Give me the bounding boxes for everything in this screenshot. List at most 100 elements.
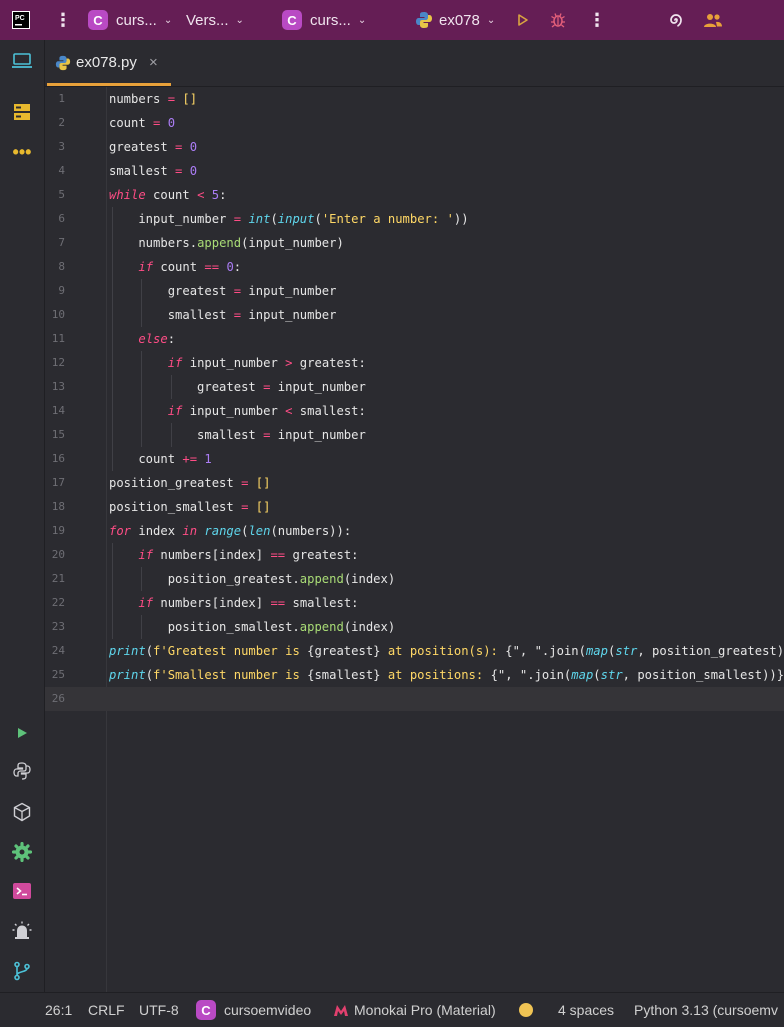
theme-widget[interactable]: Monokai Pro (Material) [334, 993, 496, 1027]
project-switcher-2[interactable]: C curs... ⌄ [282, 0, 366, 40]
caret-position[interactable]: 26:1 [45, 993, 72, 1027]
code-line[interactable]: 9 greatest = input_number [45, 279, 784, 303]
code-line[interactable]: 5 while count < 5: [45, 183, 784, 207]
line-number[interactable]: 23 [45, 615, 65, 639]
encoding-label: UTF-8 [139, 1002, 179, 1018]
python-packages-button[interactable] [11, 801, 33, 823]
code-token: position_greatest [109, 476, 242, 490]
code-token: at positions: [380, 668, 491, 682]
code-token: input_number [109, 212, 234, 226]
code-line[interactable]: 26 [45, 687, 784, 711]
line-number[interactable]: 20 [45, 543, 65, 567]
line-number[interactable]: 14 [45, 399, 65, 423]
ai-assistant-button[interactable] [667, 0, 685, 40]
code-line[interactable]: 11 else: [45, 327, 784, 351]
code-token: 0 [189, 164, 198, 178]
line-number[interactable]: 12 [45, 351, 65, 375]
status-indicator[interactable] [519, 993, 533, 1027]
python-console-button[interactable] [11, 760, 33, 782]
code-line[interactable]: 1 numbers = [] [45, 87, 784, 111]
line-number[interactable]: 3 [45, 135, 65, 159]
line-number[interactable]: 9 [45, 279, 65, 303]
code-token: 5 [211, 188, 220, 202]
code-editor[interactable]: 1 numbers = [] 2 count = 0 3 greatest = 0 4 sma… [45, 87, 784, 992]
code-line[interactable]: 14 if input_number < smallest: [45, 399, 784, 423]
line-number[interactable]: 7 [45, 231, 65, 255]
vcs-widget[interactable]: Vers... ⌄ [186, 0, 244, 40]
code-line[interactable]: 12 if input_number > greatest: [45, 351, 784, 375]
project-widget[interactable]: C cursoemvideo [196, 993, 311, 1027]
code-line[interactable]: 8 if count == 0: [45, 255, 784, 279]
line-number[interactable]: 15 [45, 423, 65, 447]
line-number[interactable]: 19 [45, 519, 65, 543]
code-line[interactable]: 18 position_smallest = [] [45, 495, 784, 519]
code-line[interactable]: 7 numbers.append(input_number) [45, 231, 784, 255]
more-actions-button[interactable]: ⋮ [588, 0, 606, 40]
project-view-button[interactable] [11, 50, 33, 72]
line-number[interactable]: 1 [45, 87, 65, 111]
run-tool-button[interactable] [11, 722, 33, 744]
line-number[interactable]: 4 [45, 159, 65, 183]
close-icon[interactable]: × [149, 54, 158, 71]
code-line[interactable]: 22 if numbers[index] == smallest: [45, 591, 784, 615]
code-text: if numbers[index] == smallest: [109, 591, 358, 615]
interpreter-widget[interactable]: Python 3.13 (cursoemv [634, 993, 778, 1027]
code-token: numbers [109, 92, 161, 106]
code-token: numbers. [109, 236, 198, 250]
line-number[interactable]: 10 [45, 303, 65, 327]
run-button[interactable] [516, 0, 530, 40]
code-line[interactable]: 20 if numbers[index] == greatest: [45, 543, 784, 567]
line-number[interactable]: 13 [45, 375, 65, 399]
line-number[interactable]: 16 [45, 447, 65, 471]
line-number[interactable]: 8 [45, 255, 65, 279]
main-menu-button[interactable]: ⋮ [54, 0, 72, 40]
git-button[interactable] [11, 960, 33, 982]
problems-button[interactable] [11, 920, 33, 942]
encoding-widget[interactable]: UTF-8 [139, 993, 179, 1027]
line-separator-widget[interactable]: CRLF [88, 993, 125, 1027]
line-number[interactable]: 21 [45, 567, 65, 591]
terminal-button[interactable] [11, 880, 33, 902]
line-number[interactable]: 18 [45, 495, 65, 519]
pycharm-logo[interactable]: PC [12, 0, 30, 40]
code-token: 0 [167, 116, 176, 130]
structure-button[interactable] [11, 101, 33, 123]
line-number[interactable]: 5 [45, 183, 65, 207]
line-number[interactable]: 2 [45, 111, 65, 135]
line-number[interactable]: 22 [45, 591, 65, 615]
code-line[interactable]: 2 count = 0 [45, 111, 784, 135]
code-line[interactable]: 10 smallest = input_number [45, 303, 784, 327]
code-line[interactable]: 3 greatest = 0 [45, 135, 784, 159]
run-configuration-selector[interactable]: ex078 ⌄ [415, 0, 495, 40]
indent-widget[interactable]: 4 spaces [558, 993, 614, 1027]
code-line[interactable]: 23 position_smallest.append(index) [45, 615, 784, 639]
code-line[interactable]: 25 print(f'Smallest number is {smallest} … [45, 663, 784, 687]
code-line[interactable]: 19 for index in range(len(numbers)): [45, 519, 784, 543]
code-line[interactable]: 16 count += 1 [45, 447, 784, 471]
line-number[interactable]: 6 [45, 207, 65, 231]
users-icon [704, 14, 722, 27]
code-line[interactable]: 15 smallest = input_number [45, 423, 784, 447]
code-token: == [204, 260, 220, 274]
code-token: append [299, 620, 344, 634]
services-button[interactable] [11, 841, 33, 863]
code-line[interactable]: 24 print(f'Greatest number is {greatest} … [45, 639, 784, 663]
project-switcher[interactable]: C curs... ⌄ [88, 0, 172, 40]
line-number[interactable]: 25 [45, 663, 65, 687]
code-line[interactable]: 17 position_greatest = [] [45, 471, 784, 495]
code-with-me-button[interactable] [703, 0, 723, 40]
tab-ex078-py[interactable]: ex078.py × [45, 40, 171, 86]
terminal-icon [13, 883, 31, 899]
code-line[interactable]: 21 position_greatest.append(index) [45, 567, 784, 591]
code-line[interactable]: 6 input_number = int(input('Enter a numb… [45, 207, 784, 231]
line-number[interactable]: 17 [45, 471, 65, 495]
git-branch-icon [14, 961, 30, 981]
code-token: : [167, 332, 176, 346]
code-line[interactable]: 4 smallest = 0 [45, 159, 784, 183]
line-number[interactable]: 11 [45, 327, 65, 351]
line-number[interactable]: 26 [45, 687, 65, 711]
more-tools-button[interactable]: ••• [11, 141, 33, 163]
code-line[interactable]: 13 greatest = input_number [45, 375, 784, 399]
debug-button[interactable] [550, 0, 566, 40]
line-number[interactable]: 24 [45, 639, 65, 663]
